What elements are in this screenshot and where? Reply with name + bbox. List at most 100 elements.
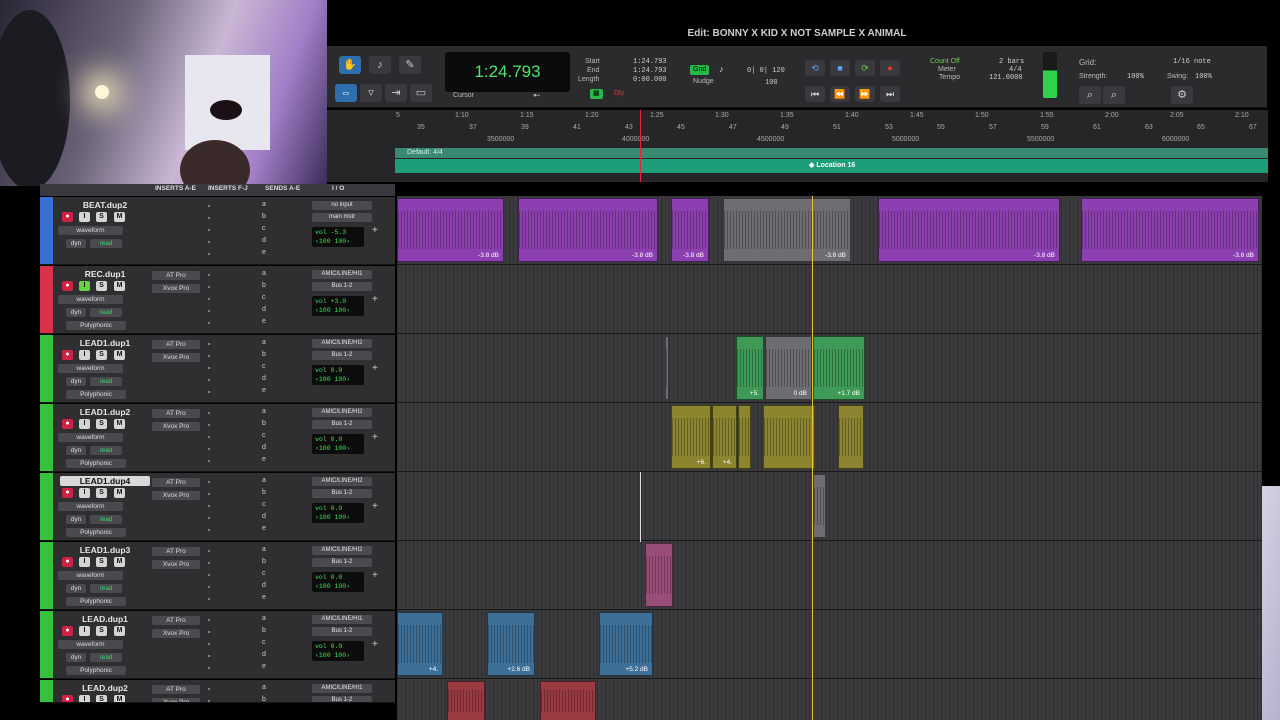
send-slot[interactable]: b (262, 696, 266, 702)
send-slot[interactable]: b (262, 351, 266, 358)
send-slot[interactable]: b (262, 282, 266, 289)
send-slot[interactable]: e (262, 318, 266, 325)
automation-mode-selector[interactable]: read (90, 308, 122, 317)
track-view-selector[interactable]: waveform (58, 226, 123, 235)
solo-button[interactable]: S (96, 488, 107, 498)
output-selector[interactable]: main mstr (312, 213, 372, 222)
meter-value[interactable]: 4/4 (1009, 66, 1022, 74)
automation-mode-selector[interactable]: read (90, 515, 122, 524)
elastic-audio-selector[interactable]: Polyphonic (66, 528, 126, 537)
automation-mode-selector[interactable]: read (90, 653, 122, 662)
audio-clip[interactable]: -3.8 dB (878, 198, 1060, 262)
record-enable-button[interactable]: ● (62, 419, 73, 429)
audio-clip[interactable]: +4. (397, 612, 443, 676)
insert-slot-empty[interactable] (208, 460, 210, 462)
rewind-to-start-button[interactable]: ⏮ (805, 86, 825, 102)
insert-slot-empty[interactable] (208, 379, 210, 381)
automation-mode-selector[interactable]: read (90, 584, 122, 593)
insert-slot-empty[interactable] (208, 688, 210, 690)
track-view-selector[interactable]: waveform (58, 571, 123, 580)
track-name[interactable]: LEAD1.dup1 (60, 338, 150, 348)
send-slot[interactable]: c (262, 363, 266, 370)
insert-slot-empty[interactable] (208, 562, 210, 564)
record-enable-button[interactable]: ● (62, 350, 73, 360)
send-slot[interactable]: d (262, 237, 266, 244)
insert-slot-empty[interactable] (208, 205, 210, 207)
settings-gear-icon[interactable]: ⚙ (1171, 86, 1193, 104)
insert-slot-empty[interactable] (208, 529, 210, 531)
elastic-audio-selector[interactable]: Polyphonic (66, 666, 126, 675)
send-slot[interactable]: b (262, 213, 266, 220)
dyn-selector[interactable]: dyn (66, 584, 86, 593)
add-playlist-icon[interactable]: + (372, 225, 378, 236)
insert-slot-empty[interactable] (208, 322, 210, 324)
send-slot[interactable]: c (262, 294, 266, 301)
send-slot[interactable]: c (262, 501, 266, 508)
track-name[interactable]: LEAD.dup2 (60, 683, 150, 693)
insert-slot-empty[interactable] (208, 448, 210, 450)
audio-clip[interactable]: -3.8 dB (1081, 198, 1259, 262)
insert-slot-empty[interactable] (208, 343, 210, 345)
insert-slot-empty[interactable] (208, 700, 210, 702)
mute-button[interactable]: M (114, 281, 125, 291)
solo-button[interactable]: S (96, 281, 107, 291)
input-selector[interactable]: AMIC/LINE/HI1 (312, 684, 372, 693)
audio-clip[interactable]: -3.8 dB (518, 198, 658, 262)
input-monitor-button[interactable]: I (79, 557, 90, 567)
dyn-selector[interactable]: dyn (66, 308, 86, 317)
count-off-value[interactable]: 2 bars (999, 58, 1024, 66)
audio-clip[interactable] (813, 474, 826, 538)
insert-slot-b[interactable]: Xvox Pro (152, 560, 200, 569)
solo-button[interactable]: S (96, 350, 107, 360)
send-slot[interactable]: b (262, 420, 266, 427)
track-name[interactable]: LEAD.dup1 (60, 614, 150, 624)
output-selector[interactable]: Bus 1-2 (312, 627, 372, 636)
insert-slot-b[interactable]: Xvox Pro (152, 491, 200, 500)
record-enable-button[interactable]: ● (62, 695, 73, 702)
swing-value[interactable]: 100% (1195, 73, 1212, 81)
insert-slot-empty[interactable] (208, 574, 210, 576)
audio-clip[interactable] (763, 405, 815, 469)
audio-clip[interactable]: -3.8 dB (397, 198, 504, 262)
insert-slot-empty[interactable] (208, 655, 210, 657)
grid-value[interactable]: 0| 0| 120 (747, 67, 785, 75)
output-selector[interactable]: Bus 1-2 (312, 489, 372, 498)
play-button[interactable]: ⟳ (855, 60, 875, 76)
rewind-button[interactable]: ⏪ (830, 86, 850, 102)
add-playlist-icon[interactable]: + (372, 363, 378, 374)
insert-slot-empty[interactable] (208, 550, 210, 552)
record-button[interactable]: ● (880, 60, 900, 76)
fast-forward-button[interactable]: ⏩ (855, 86, 875, 102)
track-header[interactable]: LEAD1.dup1 ● I S Mwaveform dyn read Polyphonic A… (40, 335, 395, 403)
send-slot[interactable]: a (262, 339, 266, 346)
track-view-selector[interactable]: waveform (58, 640, 123, 649)
go-to-end-button[interactable]: ⏭ (880, 86, 900, 102)
volume-pan-display[interactable]: vol 0.0 ‹100 100› (312, 434, 364, 454)
insert-slot-a[interactable]: AT Pro (152, 616, 200, 625)
track-header[interactable]: LEAD1.dup3 ● I S Mwaveform dyn read Polyphonic A… (40, 542, 395, 610)
audio-clip[interactable]: 0 dB (765, 336, 812, 400)
solo-button[interactable]: S (96, 626, 107, 636)
insert-slot-empty[interactable] (208, 505, 210, 507)
insert-slot-empty[interactable] (208, 631, 210, 633)
input-monitor-button[interactable]: I (79, 212, 90, 222)
input-selector[interactable]: no input (312, 201, 372, 210)
track-name[interactable]: LEAD1.dup2 (60, 407, 150, 417)
mute-button[interactable]: M (114, 695, 125, 702)
volume-pan-display[interactable]: vol 0.0 ‹100 100› (312, 503, 364, 523)
insert-slot-empty[interactable] (208, 481, 210, 483)
dyn-selector[interactable]: dyn (66, 446, 86, 455)
audio-clip[interactable] (645, 543, 673, 607)
send-slot[interactable]: e (262, 456, 266, 463)
end-value[interactable]: 1:24.793 (633, 67, 667, 75)
grid-mode-toggle[interactable]: ▦ (590, 89, 603, 99)
send-slot[interactable]: a (262, 684, 266, 691)
track-header[interactable]: LEAD1.dup4 ● I S Mwaveform dyn read Polyphonic A… (40, 473, 395, 541)
send-slot[interactable]: d (262, 444, 266, 451)
audio-clip[interactable]: -3.8 dB (671, 198, 709, 262)
insert-slot-a[interactable]: AT Pro (152, 409, 200, 418)
dyn-selector[interactable]: dyn (66, 377, 86, 386)
dyn-selector[interactable]: dyn (66, 653, 86, 662)
track-view-selector[interactable]: waveform (58, 295, 123, 304)
automation-mode-selector[interactable]: read (90, 446, 122, 455)
